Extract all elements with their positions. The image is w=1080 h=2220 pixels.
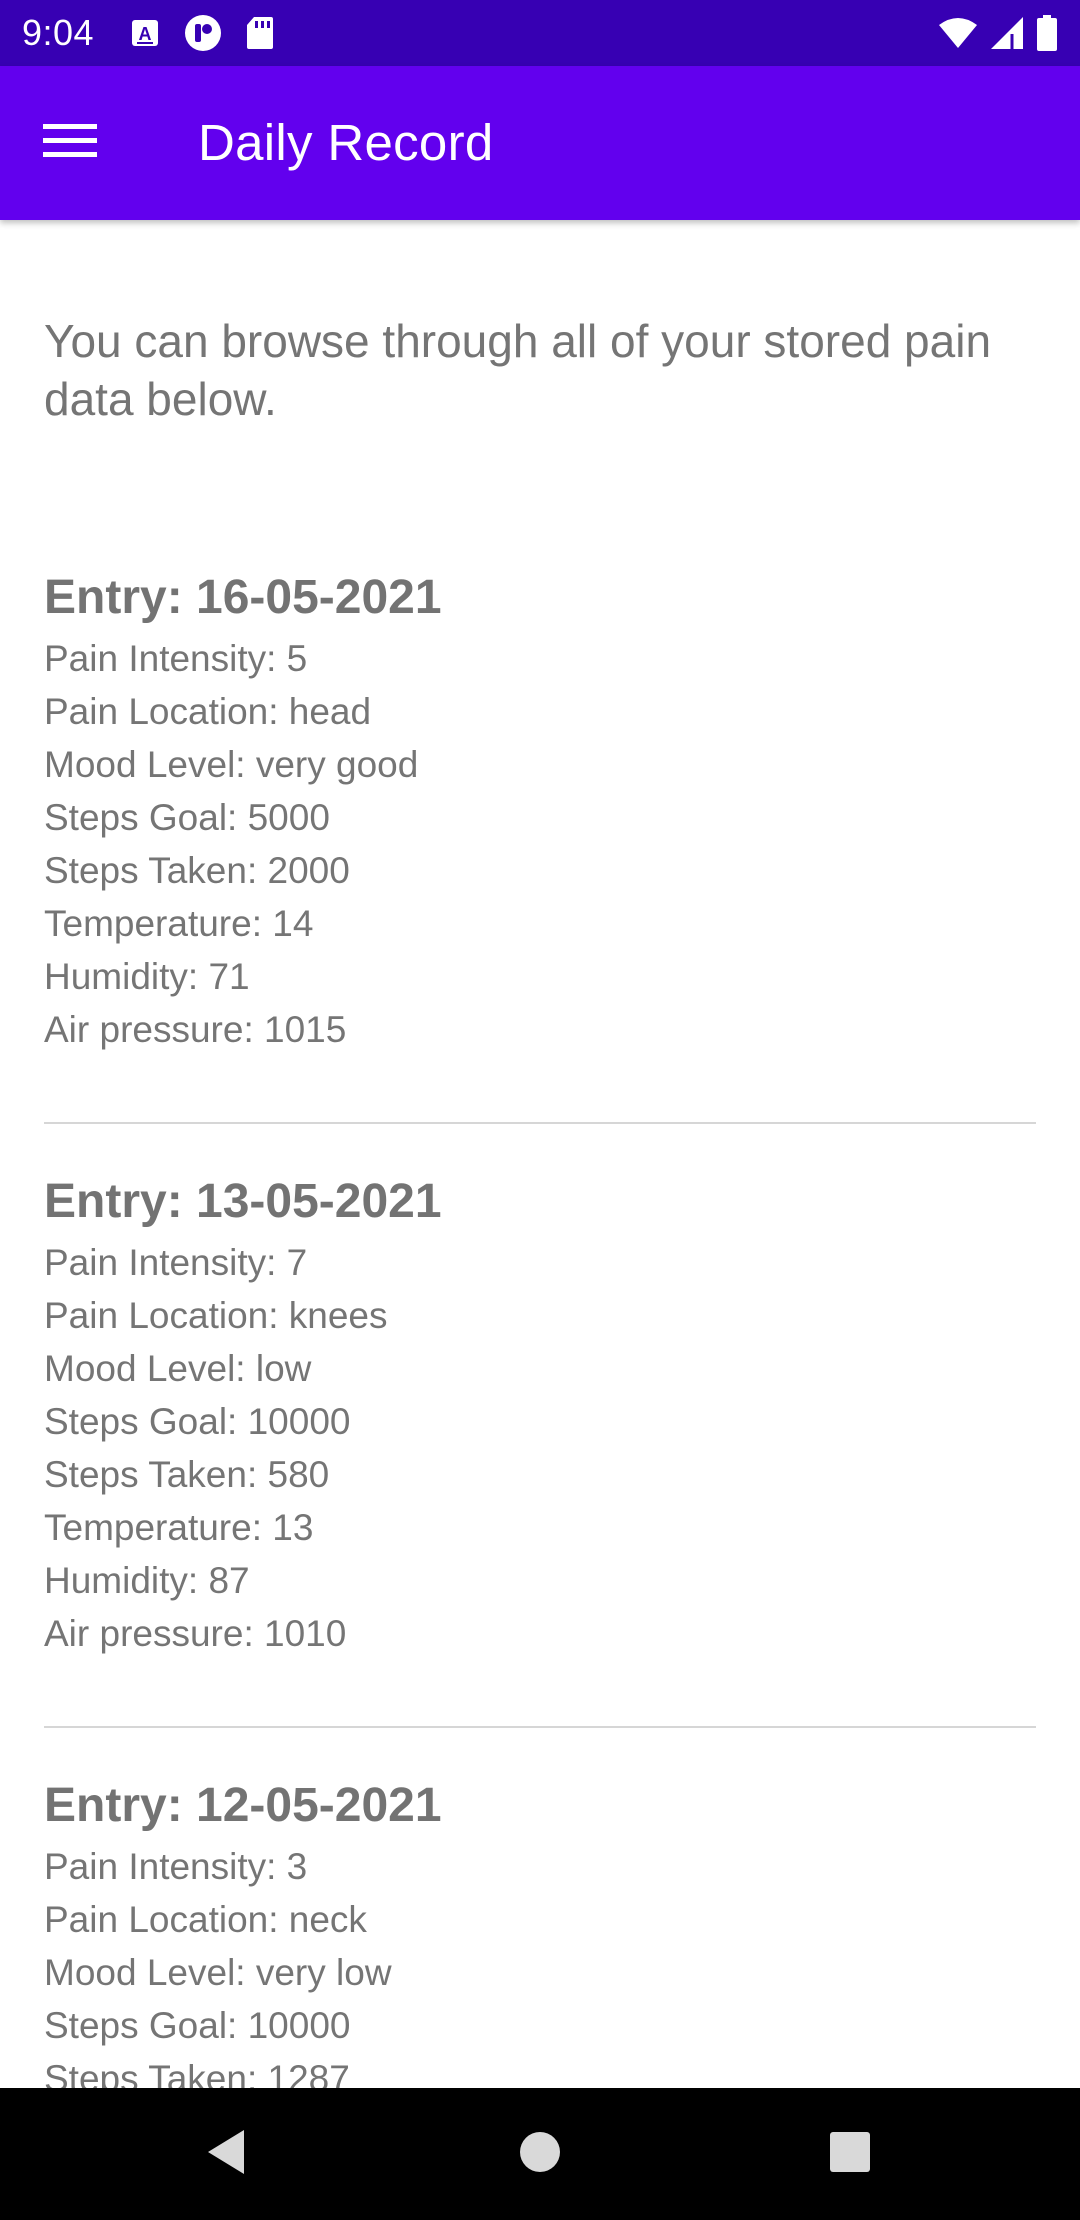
page-title: Daily Record bbox=[198, 114, 494, 171]
entry-card: Entry: 16-05-2021 Pain Intensity: 5 Pain… bbox=[44, 568, 1036, 1056]
humidity-field: Humidity: 87 bbox=[44, 1560, 250, 1601]
mood-level-field: Mood Level: low bbox=[44, 1348, 312, 1389]
mood-level-field: Mood Level: very good bbox=[44, 744, 419, 785]
mood-level-field: Mood Level: very low bbox=[44, 1952, 392, 1993]
temperature-field: Temperature: 14 bbox=[44, 903, 314, 944]
status-time: 9:04 bbox=[22, 12, 95, 53]
entry-card: Entry: 13-05-2021 Pain Intensity: 7 Pain… bbox=[44, 1172, 1036, 1660]
steps-taken-field: Steps Taken: 2000 bbox=[44, 850, 350, 891]
wifi-icon bbox=[938, 17, 978, 49]
pain-intensity-field: Pain Intensity: 7 bbox=[44, 1242, 308, 1283]
back-icon bbox=[204, 2128, 248, 2181]
sd-card-icon bbox=[246, 16, 274, 50]
hamburger-menu-button[interactable] bbox=[34, 107, 106, 179]
home-icon bbox=[519, 2131, 561, 2178]
intro-text: You can browse through all of your store… bbox=[44, 315, 992, 425]
entry-title: Entry: 16-05-2021 bbox=[44, 571, 442, 624]
recents-icon bbox=[829, 2131, 871, 2178]
svg-text:A: A bbox=[139, 24, 152, 44]
entry-divider bbox=[44, 1726, 1036, 1728]
status-bar: 9:04 A bbox=[0, 0, 1080, 66]
pain-intensity-field: Pain Intensity: 3 bbox=[44, 1846, 308, 1887]
pain-location-field: Pain Location: head bbox=[44, 691, 372, 732]
pain-location-field: Pain Location: neck bbox=[44, 1899, 367, 1940]
recents-button[interactable] bbox=[820, 2124, 880, 2184]
battery-icon bbox=[1036, 15, 1058, 51]
temperature-field: Temperature: 13 bbox=[44, 1507, 314, 1548]
entry-title: Entry: 13-05-2021 bbox=[44, 1175, 442, 1228]
air-pressure-field: Air pressure: 1010 bbox=[44, 1613, 347, 1654]
air-pressure-field: Air pressure: 1015 bbox=[44, 1009, 347, 1050]
steps-goal-field: Steps Goal: 5000 bbox=[44, 797, 330, 838]
records-list[interactable]: You can browse through all of your store… bbox=[0, 220, 1080, 2088]
entry-divider bbox=[44, 1122, 1036, 1124]
app-bar: Daily Record bbox=[0, 66, 1080, 220]
hamburger-menu-icon bbox=[43, 122, 97, 165]
entry-card: Entry: 12-05-2021 Pain Intensity: 3 Pain… bbox=[44, 1776, 1036, 2088]
a-letter-icon: A bbox=[130, 18, 160, 48]
screen: 9:04 A Daily Record You can browse throu… bbox=[0, 0, 1080, 2220]
status-system-icons bbox=[938, 14, 1058, 52]
steps-taken-field: Steps Taken: 1287 bbox=[44, 2058, 350, 2088]
entry-title: Entry: 12-05-2021 bbox=[44, 1779, 442, 1832]
back-button[interactable] bbox=[196, 2124, 256, 2184]
pain-intensity-field: Pain Intensity: 5 bbox=[44, 638, 308, 679]
badge-icon bbox=[184, 14, 222, 52]
steps-taken-field: Steps Taken: 580 bbox=[44, 1454, 330, 1495]
steps-goal-field: Steps Goal: 10000 bbox=[44, 2005, 351, 2046]
status-notification-icons: A bbox=[130, 14, 274, 52]
cell-signal-icon bbox=[990, 16, 1024, 50]
home-button[interactable] bbox=[510, 2124, 570, 2184]
pain-location-field: Pain Location: knees bbox=[44, 1295, 388, 1336]
humidity-field: Humidity: 71 bbox=[44, 956, 250, 997]
steps-goal-field: Steps Goal: 10000 bbox=[44, 1401, 351, 1442]
system-nav-bar bbox=[0, 2088, 1080, 2220]
